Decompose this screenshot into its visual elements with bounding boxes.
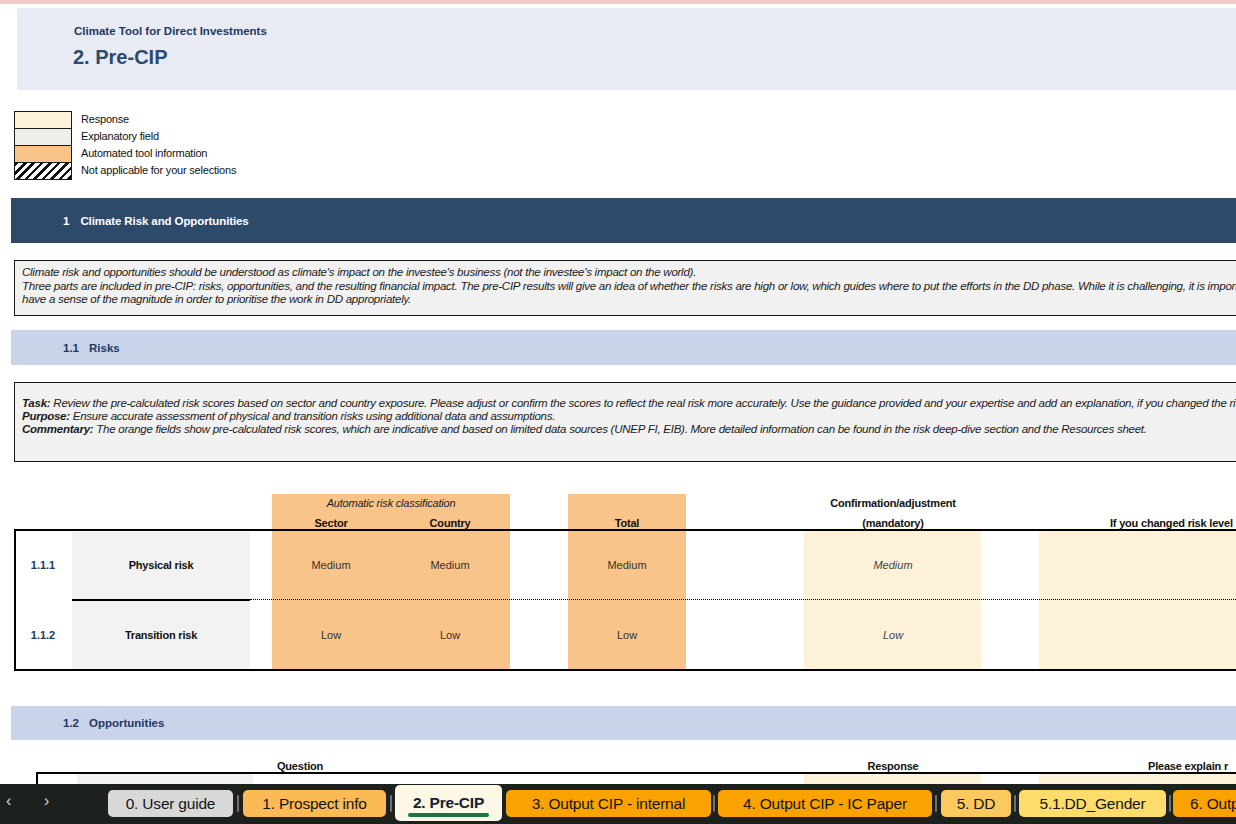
commentary-line: Commentary: The orange fields show pre-c… — [22, 423, 1236, 436]
sheet-tab-dd-gender[interactable]: 5.1.DD_Gender — [1019, 790, 1166, 817]
tab-separator — [1014, 795, 1016, 812]
intro-line: Three parts are included in pre-CIP: ris… — [22, 280, 1236, 294]
col-header-total: Total — [615, 517, 639, 529]
table-border-bottom — [14, 669, 1236, 671]
tab-separator — [935, 795, 937, 812]
legend-label: Not applicable for your selections — [81, 164, 236, 176]
purpose-line: Purpose: Ensure accurate assessment of p… — [22, 410, 1236, 423]
col-header-sector: Sector — [314, 517, 347, 529]
table-border-left — [14, 529, 16, 671]
section-number: 1.1 — [63, 342, 79, 354]
legend-swatch-response — [14, 111, 72, 129]
row-id: 1.1.1 — [31, 559, 55, 571]
col-header-response: Response — [868, 760, 919, 772]
col-header-explain: If you changed risk level — [1110, 517, 1233, 529]
cell-physical-sector: Medium — [311, 559, 350, 571]
prev-sheet-button[interactable]: ‹ — [6, 792, 11, 810]
auto-risk-sector-country-block — [272, 494, 510, 671]
sheet-header-band — [17, 8, 1236, 90]
row-id: 1.1.2 — [31, 629, 55, 641]
col-header-question: Question — [277, 760, 323, 772]
page-title: 2. Pre-CIP — [73, 46, 167, 69]
section-1-1-task-box: Task: Review the pre-calculated risk sco… — [14, 382, 1236, 462]
tab-separator — [1169, 795, 1171, 812]
col-header-please-explain: Please explain r — [1148, 760, 1228, 772]
section-1-2-header: 1.2 Opportunities — [11, 706, 1236, 740]
sheet-tab-pre-cip-active[interactable]: 2. Pre-CIP — [395, 785, 502, 821]
cell-physical-confirmation[interactable]: Medium — [873, 559, 912, 571]
legend-label: Explanatory field — [81, 130, 159, 142]
cell-physical-country: Medium — [430, 559, 469, 571]
active-tab-underline — [408, 813, 489, 817]
row-separator-dotted — [250, 599, 1236, 600]
next-sheet-button[interactable]: › — [44, 792, 49, 810]
row-label-physical-risk: Physical risk — [129, 559, 194, 571]
section-title: Risks — [89, 342, 120, 354]
legend-swatch-hatch — [14, 162, 72, 180]
legend-label: Response — [81, 113, 129, 125]
col-header-confirmation: Confirmation/adjustment — [830, 497, 956, 509]
col-header-mandatory: (mandatory) — [862, 517, 923, 529]
section-1-intro-box: Climate risk and opportunities should be… — [14, 260, 1236, 316]
tab-separator — [390, 795, 392, 812]
intro-line: have a sense of the magnitude in order t… — [22, 293, 1236, 307]
risk-label-column — [72, 532, 250, 669]
section-number: 1.2 — [63, 717, 79, 729]
section-title: Climate Risk and Opportunities — [80, 215, 248, 227]
cell-transition-sector: Low — [321, 629, 341, 641]
tab-separator — [237, 795, 239, 812]
auto-risk-group-header: Automatic risk classification — [327, 497, 456, 509]
sheet-tab-output-cip-ic-paper[interactable]: 4. Output CIP - IC Paper — [718, 790, 932, 817]
row-separator-solid — [72, 599, 250, 601]
section-1-1-header: 1.1 Risks — [11, 330, 1236, 365]
legend-swatch-automated — [14, 145, 72, 163]
intro-line: Climate risk and opportunities should be… — [22, 266, 1236, 280]
sheet-tab-dd[interactable]: 5. DD — [941, 790, 1011, 817]
cell-physical-total: Medium — [607, 559, 646, 571]
app-title: Climate Tool for Direct Investments — [74, 25, 267, 37]
legend-swatch-explanatory — [14, 128, 72, 146]
sheet-tab-output-6[interactable]: 6. Output — [1173, 790, 1236, 817]
sheet-tab-bar: ‹ › 0. User guide 1. Prospect info 2. Pr… — [0, 784, 1236, 824]
cell-transition-total: Low — [617, 629, 637, 641]
cell-transition-confirmation[interactable]: Low — [883, 629, 903, 641]
top-accent-line — [0, 0, 1236, 4]
sheet-tab-user-guide[interactable]: 0. User guide — [108, 790, 233, 817]
legend-label: Automated tool information — [81, 147, 207, 159]
task-line: Task: Review the pre-calculated risk sco… — [22, 397, 1236, 410]
explanation-column-block[interactable] — [1039, 531, 1236, 671]
row-label-transition-risk: Transition risk — [125, 629, 197, 641]
section-title: Opportunities — [89, 717, 164, 729]
confirmation-column-block[interactable] — [804, 531, 981, 671]
section-1-header: 1 Climate Risk and Opportunities — [11, 198, 1236, 243]
table-border-top — [14, 529, 1236, 531]
cell-transition-country: Low — [440, 629, 460, 641]
sheet-tab-prospect-info[interactable]: 1. Prospect info — [243, 790, 386, 817]
spreadsheet-page: Climate Tool for Direct Investments 2. P… — [0, 0, 1236, 824]
section-number: 1 — [63, 215, 69, 227]
col-header-country: Country — [430, 517, 471, 529]
tab-separator — [713, 795, 715, 812]
sheet-tab-output-cip-internal[interactable]: 3. Output CIP - internal — [506, 790, 711, 817]
